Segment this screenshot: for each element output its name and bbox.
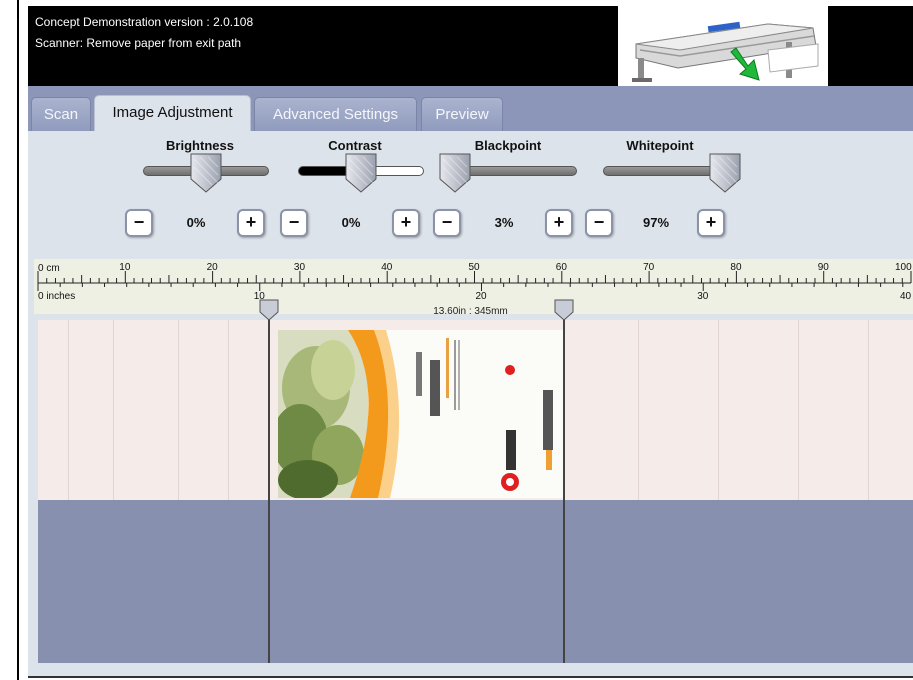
scan-streak <box>113 320 114 500</box>
contrast-value: 0% <box>341 215 361 230</box>
whitepoint-slider-thumb[interactable] <box>709 153 741 193</box>
contrast-increase-button[interactable]: + <box>392 209 420 237</box>
ruler-cm-tick-label: 70 <box>643 262 655 273</box>
tab-scan[interactable]: Scan <box>31 97 91 132</box>
tab-preview[interactable]: Preview <box>421 97 503 132</box>
whitepoint-label: Whitepoint <box>626 138 694 153</box>
scan-streak <box>718 320 719 500</box>
ruler-cm-tick-label: 60 <box>555 262 567 273</box>
crop-handle-icon <box>259 299 279 321</box>
ruler-cm-tick-label: 90 <box>817 262 829 273</box>
page-bottom-rule <box>28 676 913 678</box>
blackpoint-increase-button[interactable]: + <box>545 209 573 237</box>
scanner-paper-exit-icon <box>618 6 828 86</box>
scanner-status-text: Scanner: Remove paper from exit path <box>35 36 242 50</box>
whitepoint-value: 97% <box>642 215 670 230</box>
ruler-cm-tick-label: 30 <box>293 262 306 273</box>
tab-advanced-settings[interactable]: Advanced Settings <box>254 97 417 132</box>
scan-preview-area <box>38 320 913 663</box>
blackpoint-decrease-button[interactable]: − <box>433 209 461 237</box>
selection-width-label: 13.60in : 345mm <box>433 306 508 317</box>
tab-strip: Scan Image Adjustment Advanced Settings … <box>28 86 913 132</box>
blackpoint-value: 3% <box>494 215 514 230</box>
version-text: Concept Demonstration version : 2.0.108 <box>35 15 254 29</box>
scan-streak <box>68 320 69 500</box>
scan-streak <box>868 320 869 500</box>
contrast-label: Contrast <box>328 138 382 153</box>
status-bar: Concept Demonstration version : 2.0.108 … <box>28 6 913 86</box>
brightness-value: 0% <box>186 215 206 230</box>
left-crop-guide-line[interactable] <box>268 310 270 663</box>
blackpoint-slider-thumb[interactable] <box>439 153 471 193</box>
ruler-cm-tick-label: 20 <box>206 262 218 273</box>
blackpoint-label: Blackpoint <box>474 138 542 153</box>
brightness-label: Brightness <box>166 138 234 153</box>
image-adjustment-panel: Brightness − 0% + Contrast − 0% + Blackp… <box>28 131 913 259</box>
ruler-inch-tick-label: 40 <box>900 291 912 302</box>
right-crop-guide-line[interactable] <box>563 310 565 663</box>
scan-streak <box>638 320 639 500</box>
scanned-strip <box>38 320 913 500</box>
ruler-cm-tick-label: 50 <box>468 262 480 273</box>
ruler-cm-label: 0 cm <box>38 263 60 274</box>
ruler-cm-tick-label: 10 <box>119 262 131 273</box>
scan-streak <box>798 320 799 500</box>
brightness-slider-thumb[interactable] <box>190 153 222 193</box>
left-crop-handle[interactable] <box>259 299 279 321</box>
ruler-inch-tick-label: 20 <box>475 291 487 302</box>
ruler-inch-label: 0 inches <box>38 291 76 302</box>
tab-image-adjustment[interactable]: Image Adjustment <box>94 95 251 132</box>
whitepoint-increase-button[interactable]: + <box>697 209 725 237</box>
ruler-cm-tick-label: 40 <box>381 262 393 273</box>
page-left-rule <box>17 0 19 680</box>
contrast-slider-thumb[interactable] <box>345 153 377 193</box>
whitepoint-decrease-button[interactable]: − <box>585 209 613 237</box>
ruler-cm-tick-label: 100 <box>895 262 912 273</box>
ruler-inch-tick-label: 30 <box>697 291 709 302</box>
scan-streak <box>228 320 229 500</box>
ruler-cm-tick-label: 80 <box>730 262 742 273</box>
scanned-document-image <box>278 330 563 498</box>
scan-streak <box>178 320 179 500</box>
whitepoint-control: Whitepoint − 97% + <box>585 131 741 259</box>
brightness-increase-button[interactable]: + <box>237 209 265 237</box>
contrast-decrease-button[interactable]: − <box>280 209 308 237</box>
crop-handle-icon <box>554 299 574 321</box>
scanner-app-window: Concept Demonstration version : 2.0.108 … <box>28 6 913 676</box>
right-crop-handle[interactable] <box>554 299 574 321</box>
blackpoint-control: Blackpoint − 3% + <box>433 131 583 259</box>
brightness-control: Brightness − 0% + <box>125 131 275 259</box>
brightness-decrease-button[interactable]: − <box>125 209 153 237</box>
contrast-control: Contrast − 0% + <box>280 131 430 259</box>
